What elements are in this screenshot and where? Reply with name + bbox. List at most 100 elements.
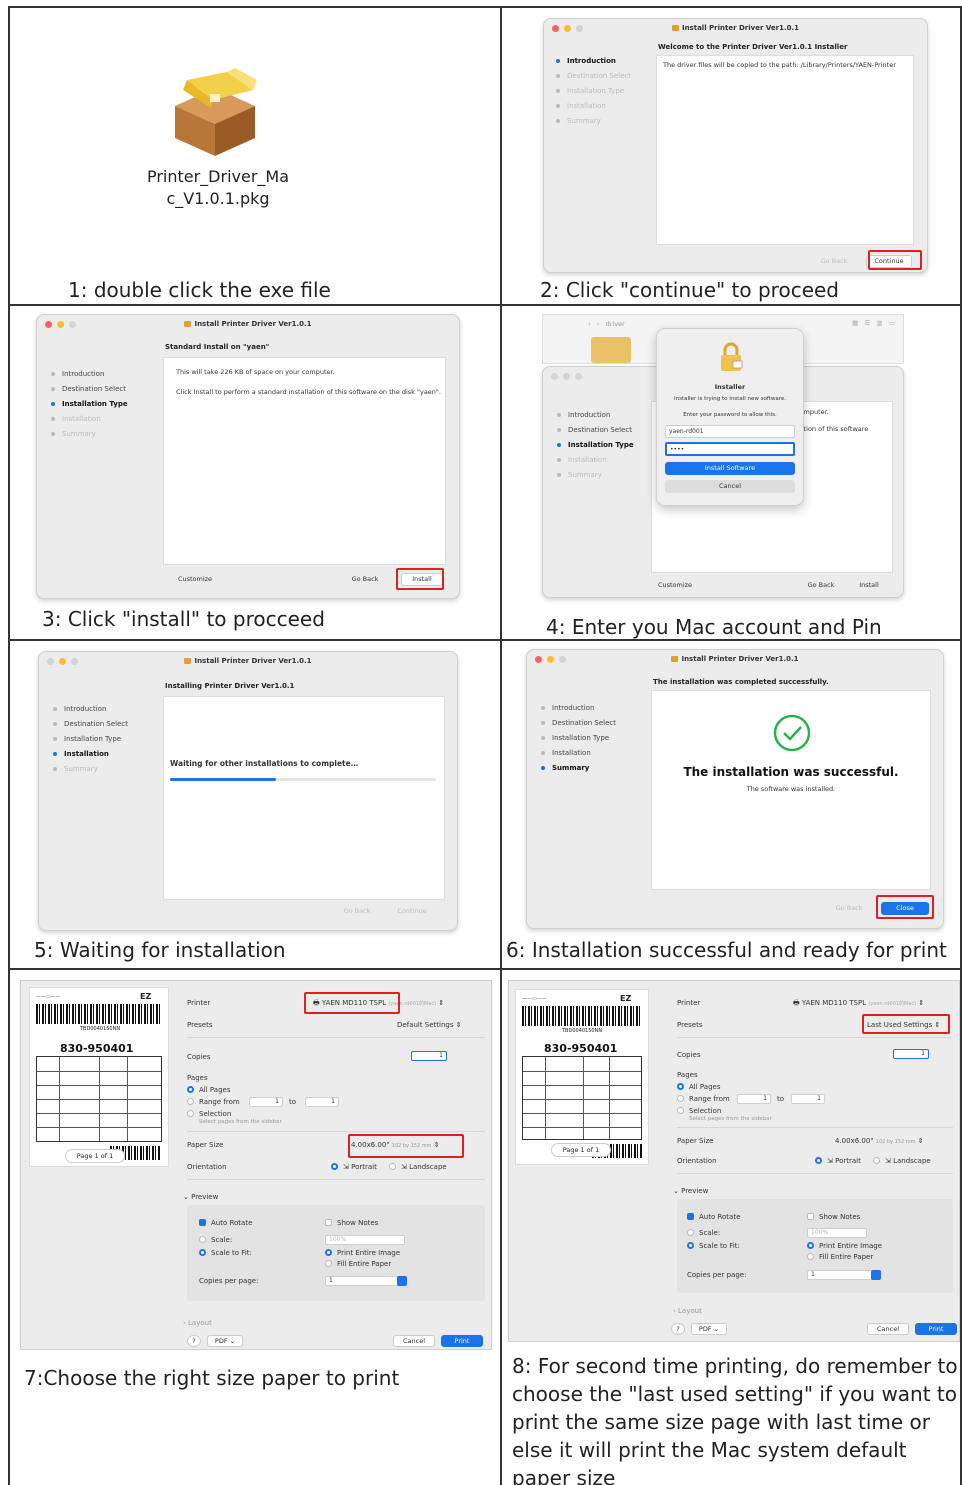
- installer-window: Install Printer Driver Ver1.0.1 Introduc…: [36, 314, 460, 599]
- scale-field[interactable]: 100%: [807, 1228, 867, 1238]
- show-notes-checkbox[interactable]: [325, 1219, 332, 1226]
- portrait-label: Portrait: [835, 1157, 861, 1165]
- step-destination: Destination Select: [541, 719, 616, 734]
- zoom-dot[interactable]: [575, 373, 582, 380]
- print-dialog: ——▭—— EZ TBD0040150NN 830-950401 Page 1 …: [20, 980, 492, 1350]
- auto-rotate-checkbox[interactable]: [199, 1219, 206, 1226]
- highlight-paper-size: [348, 1134, 464, 1158]
- password-field[interactable]: ••••: [665, 442, 795, 456]
- package-icon[interactable]: [165, 68, 265, 158]
- scale-to-fit-radio[interactable]: [199, 1249, 206, 1256]
- chevron-updown-icon[interactable]: [397, 1276, 407, 1286]
- go-back-button[interactable]: Go Back: [343, 573, 387, 586]
- print-button[interactable]: Print: [915, 1323, 957, 1335]
- package-icon: [671, 656, 679, 662]
- range-from-field[interactable]: 1: [737, 1094, 771, 1104]
- cancel-button[interactable]: Cancel: [867, 1323, 909, 1335]
- all-pages-label: All Pages: [199, 1086, 231, 1094]
- paper-size-value: 4.00x6.00": [835, 1137, 874, 1145]
- step-introduction: Introduction: [556, 57, 631, 72]
- scale-to-fit-label: Scale to Fit:: [699, 1242, 740, 1250]
- landscape-radio[interactable]: [389, 1163, 396, 1170]
- customize-button[interactable]: Customize: [651, 579, 699, 592]
- print-entire-radio[interactable]: [325, 1249, 332, 1256]
- fill-entire-radio[interactable]: [807, 1253, 814, 1260]
- package-icon: [184, 658, 192, 664]
- show-notes-checkbox[interactable]: [807, 1213, 814, 1220]
- copies-per-page-select[interactable]: 1: [807, 1270, 881, 1280]
- scale-to-fit-radio[interactable]: [687, 1242, 694, 1249]
- label-logo: ——▭——: [522, 996, 547, 1002]
- print-dialog: ——▭—— EZ TBD0040150NN 830-950401 Page 1 …: [508, 980, 960, 1342]
- scale-field[interactable]: 100%: [325, 1235, 405, 1245]
- go-back-button[interactable]: Go Back: [814, 255, 854, 268]
- print-button[interactable]: Print: [441, 1335, 483, 1347]
- continue-button[interactable]: Continue: [389, 905, 435, 918]
- window-title-text: Install Printer Driver Ver1.0.1: [681, 24, 800, 32]
- pkg-filename[interactable]: Printer_Driver_Ma c_V1.0.1.pkg: [138, 166, 298, 210]
- go-back-button[interactable]: Go Back: [827, 902, 871, 915]
- range-radio[interactable]: [187, 1098, 194, 1105]
- caption-step-5: 5: Waiting for installation: [34, 938, 286, 962]
- preview-disclosure[interactable]: ⌄ Preview: [183, 1193, 218, 1201]
- portrait-radio[interactable]: [331, 1163, 338, 1170]
- preview-options: Auto Rotate Show Notes Scale: 100% Scale…: [187, 1205, 485, 1301]
- minimize-dot[interactable]: [563, 373, 570, 380]
- range-to-field[interactable]: 1: [305, 1097, 339, 1107]
- layout-disclosure[interactable]: › Layout: [673, 1307, 702, 1315]
- install-button[interactable]: Install: [849, 579, 889, 592]
- pane-heading: Welcome to the Printer Driver Ver1.0.1 I…: [658, 43, 848, 51]
- range-radio[interactable]: [677, 1095, 684, 1102]
- pane-heading: The installation was completed successfu…: [653, 678, 829, 686]
- chevron-updown-icon[interactable]: [871, 1270, 881, 1280]
- paper-size-label: Paper Size: [187, 1141, 224, 1149]
- highlight-close: [876, 895, 934, 919]
- selection-radio[interactable]: [187, 1110, 194, 1117]
- step-introduction: Introduction: [51, 370, 128, 385]
- paper-size-select[interactable]: 4.00x6.00" 102 by 152 mm ⇕: [835, 1137, 924, 1145]
- body-text-1: This will take 226 KB of space on your c…: [176, 368, 335, 376]
- preview-disclosure[interactable]: ⌄ Preview: [673, 1187, 708, 1195]
- label-logo: ——▭——: [36, 994, 61, 1000]
- go-back-button[interactable]: Go Back: [335, 905, 379, 918]
- range-to-field[interactable]: 1: [791, 1094, 825, 1104]
- auth-cancel-button[interactable]: Cancel: [665, 480, 795, 493]
- cancel-button[interactable]: Cancel: [393, 1335, 435, 1347]
- selection-radio[interactable]: [677, 1107, 684, 1114]
- customize-button[interactable]: Customize: [165, 573, 225, 586]
- copies-field[interactable]: 1: [893, 1049, 929, 1059]
- install-software-button[interactable]: Install Software: [665, 462, 795, 475]
- copies-label: Copies: [187, 1053, 211, 1061]
- progress-track: [170, 778, 436, 781]
- portrait-radio[interactable]: [815, 1157, 822, 1164]
- fill-entire-radio[interactable]: [325, 1260, 332, 1267]
- all-pages-radio[interactable]: [187, 1086, 194, 1093]
- layout-disclosure[interactable]: › Layout: [183, 1319, 212, 1327]
- scale-radio[interactable]: [687, 1229, 694, 1236]
- scale-radio[interactable]: [199, 1236, 206, 1243]
- range-from-field[interactable]: 1: [249, 1097, 283, 1107]
- printer-select[interactable]: 🖶 YAEN MD110 TSPL (yaen-rd001的Mac) ⇕: [793, 999, 924, 1010]
- scale-label: Scale:: [699, 1229, 721, 1237]
- label-number: 830-950401: [544, 1042, 618, 1055]
- help-button[interactable]: ?: [671, 1323, 685, 1335]
- all-pages-radio[interactable]: [677, 1083, 684, 1090]
- username-field[interactable]: yaen-rd001: [665, 425, 795, 438]
- go-back-button[interactable]: Go Back: [799, 579, 843, 592]
- copies-per-page-select[interactable]: 1: [325, 1276, 405, 1286]
- window-title: Install Printer Driver Ver1.0.1: [37, 320, 459, 328]
- help-button[interactable]: ?: [187, 1335, 201, 1347]
- pdf-menu[interactable]: PDF ⌄: [691, 1323, 727, 1335]
- copies-field[interactable]: 1: [411, 1051, 447, 1061]
- divider: [677, 1037, 953, 1038]
- range-to-label: to: [777, 1095, 785, 1103]
- auto-rotate-checkbox[interactable]: [687, 1213, 694, 1220]
- selection-label: Selection: [199, 1110, 232, 1118]
- print-entire-radio[interactable]: [807, 1242, 814, 1249]
- pdf-menu[interactable]: PDF ⌄: [207, 1335, 243, 1347]
- landscape-radio[interactable]: [873, 1157, 880, 1164]
- step-4-cell: ‹ › driver ▦ ☰ ▥ ▭ Introduction Destinat…: [500, 304, 962, 641]
- presets-select[interactable]: Default Settings ⇕: [397, 1021, 462, 1029]
- step-destination: Destination Select: [557, 426, 634, 441]
- close-dot[interactable]: [551, 373, 558, 380]
